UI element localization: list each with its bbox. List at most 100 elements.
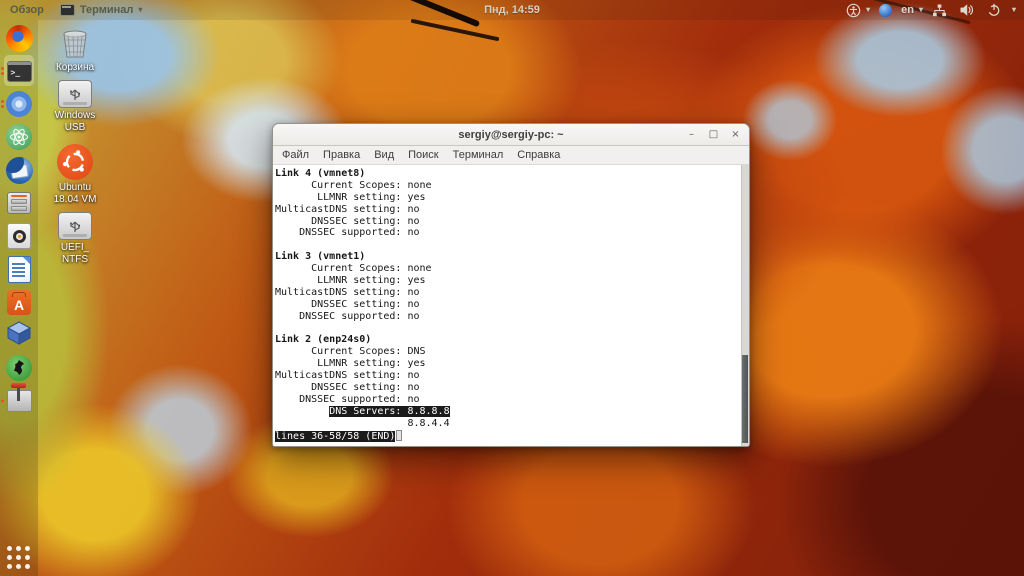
clock-label: Пнд, 14:59 — [484, 4, 540, 16]
dock-item-virtualbox[interactable] — [0, 320, 38, 350]
show-applications-button[interactable] — [6, 545, 32, 571]
terminal-line: DNS Servers: 8.8.8.8 — [275, 406, 741, 418]
terminal-window: sergiy@sergiy-pc: ~ – □ × Файл Правка Ви… — [272, 123, 750, 447]
trash-basket-icon — [60, 28, 90, 60]
dock-item-audio-player[interactable] — [0, 221, 38, 251]
virtualbox-icon — [6, 320, 32, 351]
terminal-line: Link 4 (vmnet8) — [275, 168, 741, 180]
lever-app-icon — [7, 390, 32, 412]
terminal-line: Current Scopes: none — [275, 263, 741, 275]
menu-search[interactable]: Поиск — [401, 146, 445, 164]
terminal-mini-icon — [60, 4, 75, 16]
window-titlebar[interactable]: sergiy@sergiy-pc: ~ – □ × — [273, 124, 749, 146]
terminal-line: DNSSEC supported: no — [275, 311, 741, 323]
dock-item-thunderbird[interactable] — [0, 155, 38, 185]
terminal-line: DNSSEC setting: no — [275, 216, 741, 228]
desktop-icon-trash[interactable]: Корзина — [39, 28, 111, 74]
app-menu-label: Терминал — [80, 4, 134, 16]
dock-item-terminal[interactable]: >_ — [0, 56, 38, 86]
activities-button[interactable]: Обзор — [10, 4, 44, 16]
usb-drive-icon — [58, 80, 92, 108]
chevron-down-icon: ▾ — [1012, 6, 1016, 14]
terminal-output[interactable]: Link 4 (vmnet8) Current Scopes: none LLM… — [273, 165, 741, 446]
terminal-line: MulticastDNS setting: no — [275, 204, 741, 216]
scrollbar-thumb[interactable] — [742, 355, 748, 443]
accessibility-menu-button[interactable]: ▾ — [846, 3, 870, 18]
keyboard-layout-label: en — [901, 4, 914, 16]
top-bar-status-area: ▾ en ▾ ▾ — [846, 3, 1024, 18]
firefox-icon — [6, 25, 33, 52]
blue-app-tray-button[interactable] — [879, 4, 892, 17]
terminal-line — [275, 323, 741, 335]
menu-file[interactable]: Файл — [275, 146, 316, 164]
clock-button[interactable]: Пнд, 14:59 — [484, 0, 540, 20]
maximize-button[interactable]: □ — [706, 127, 721, 142]
desktop-icon-label: Ubuntu18.04 VM — [54, 182, 97, 206]
chevron-down-icon: ▾ — [866, 6, 870, 14]
keyboard-layout-button[interactable]: en ▾ — [901, 4, 923, 16]
running-indicator-dots — [1, 100, 4, 108]
top-bar-left: Обзор Терминал ▾ — [0, 4, 142, 16]
terminal-line: Current Scopes: none — [275, 180, 741, 192]
terminal-line: DNSSEC setting: no — [275, 382, 741, 394]
terminal-line: DNSSEC setting: no — [275, 299, 741, 311]
terminal-line: 8.8.4.4 — [275, 418, 741, 430]
chevron-down-icon: ▾ — [138, 6, 142, 14]
menu-view[interactable]: Вид — [367, 146, 401, 164]
terminal-line: MulticastDNS setting: no — [275, 370, 741, 382]
terminal-body: Link 4 (vmnet8) Current Scopes: none LLM… — [273, 165, 749, 446]
dock-item-lever-app[interactable] — [0, 386, 38, 416]
app-menu-button[interactable]: Терминал ▾ — [60, 4, 143, 16]
terminal-line: DNSSEC supported: no — [275, 394, 741, 406]
desktop-icon-label: UEFI_NTFS — [61, 242, 89, 266]
terminal-line: LLMNR setting: yes — [275, 358, 741, 370]
chromium-icon — [6, 91, 32, 117]
dock-item-firefox[interactable] — [0, 23, 38, 53]
running-indicator-dots — [1, 400, 4, 403]
dock-item-green-figure-app[interactable] — [0, 353, 38, 383]
dock-item-chromium[interactable] — [0, 89, 38, 119]
terminal-icon: >_ — [7, 61, 32, 82]
tree-branch — [411, 19, 500, 42]
scrollbar-track[interactable] — [741, 165, 749, 446]
power-icon — [987, 3, 1001, 17]
accessibility-icon — [846, 3, 861, 18]
desktop-icon-uefi-ntfs[interactable]: UEFI_NTFS — [39, 212, 111, 266]
file-cabinet-icon — [7, 192, 31, 214]
desktop-icon-label: WindowsUSB — [55, 110, 96, 134]
desktop-icon-label: Корзина — [56, 62, 94, 74]
window-title: sergiy@sergiy-pc: ~ — [458, 129, 563, 141]
terminal-line: lines 36-58/58 (END) — [275, 430, 741, 442]
dock-item-libreoffice-writer[interactable] — [0, 254, 38, 284]
terminal-line: Link 2 (enp24s0) — [275, 334, 741, 346]
atom-icon — [6, 124, 32, 150]
menu-terminal[interactable]: Терминал — [446, 146, 511, 164]
ubuntu-logo-icon — [57, 144, 93, 180]
usb-drive-icon — [58, 212, 92, 240]
dock-item-orange-a-app[interactable]: A — [0, 287, 38, 317]
dock: >_ A — [0, 20, 38, 576]
speaker-box-icon — [7, 223, 31, 249]
terminal-line: Link 3 (vmnet1) — [275, 251, 741, 263]
terminal-line: LLMNR setting: yes — [275, 275, 741, 287]
desktop-icon-ubuntu-vm[interactable]: Ubuntu18.04 VM — [39, 144, 111, 206]
dock-item-atom[interactable] — [0, 122, 38, 152]
green-figure-app-icon — [6, 355, 32, 381]
desktop-icon-windows-usb[interactable]: WindowsUSB — [39, 80, 111, 134]
blue-app-tray-icon — [879, 4, 892, 17]
menu-help[interactable]: Справка — [510, 146, 567, 164]
minimize-button[interactable]: – — [684, 127, 699, 142]
close-button[interactable]: × — [728, 127, 743, 142]
dock-item-file-manager[interactable] — [0, 188, 38, 218]
orange-a-app-icon: A — [7, 290, 31, 315]
network-icon — [932, 4, 947, 17]
terminal-menubar: Файл Правка Вид Поиск Терминал Справка — [273, 146, 749, 165]
chevron-down-icon: ▾ — [919, 6, 923, 14]
running-indicator-dots — [1, 67, 4, 75]
terminal-line: Current Scopes: DNS — [275, 346, 741, 358]
thunderbird-icon — [6, 157, 33, 184]
window-controls: – □ × — [684, 124, 743, 145]
system-menu-button[interactable]: ▾ — [932, 3, 1016, 17]
terminal-cursor — [396, 430, 402, 441]
menu-edit[interactable]: Правка — [316, 146, 367, 164]
